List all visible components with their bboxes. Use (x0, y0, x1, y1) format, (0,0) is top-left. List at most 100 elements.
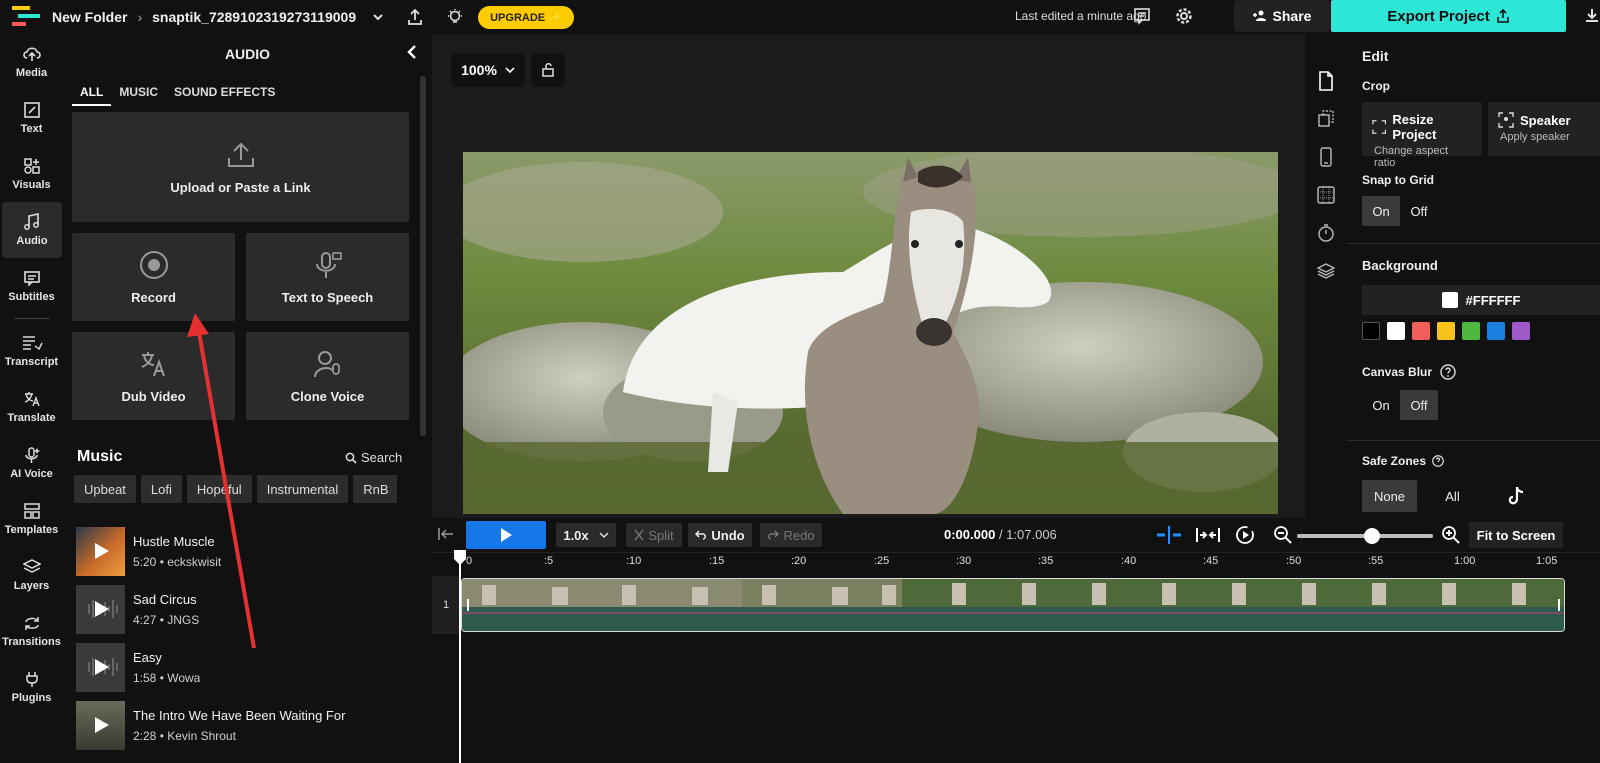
chip-upbeat[interactable]: Upbeat (74, 475, 136, 503)
edit-text-icon (23, 102, 40, 118)
collapse-panel-button[interactable] (405, 44, 419, 63)
redo-icon (768, 530, 780, 540)
list-item[interactable]: Easy 1:58 • Wowa (76, 642, 200, 692)
nav-label: Plugins (11, 692, 52, 704)
grid-icon[interactable] (1305, 176, 1347, 214)
text-to-speech-card[interactable]: Text to Speech (246, 233, 409, 321)
nav-subtitles[interactable]: Subtitles (0, 258, 63, 314)
nav-visuals[interactable]: Visuals (0, 146, 63, 202)
duplicate-icon[interactable] (1305, 100, 1347, 138)
split-button[interactable]: Split (626, 523, 682, 547)
speed-dropdown[interactable]: 1.0x (556, 523, 616, 547)
app-logo[interactable] (8, 0, 44, 34)
time-ruler[interactable]: 0 :5 :10 :15 :20 :25 :30 :35 :40 :45 :50… (432, 552, 1600, 576)
project-name[interactable]: snaptik_7289102319273119009 (152, 9, 356, 25)
snap-on-button[interactable]: On (1362, 196, 1400, 226)
nav-audio[interactable]: Audio (2, 202, 62, 258)
tab-all[interactable]: ALL (72, 85, 112, 106)
nav-templates[interactable]: Templates (0, 491, 63, 547)
tab-sound-effects[interactable]: SOUND EFFECTS (166, 85, 283, 106)
nav-label: Text (20, 123, 43, 135)
swatch-yellow[interactable] (1437, 322, 1455, 340)
speaker-button[interactable]: Speaker Apply speaker (1488, 102, 1600, 156)
ruler-label: :15 (709, 555, 725, 567)
comments-icon[interactable] (1133, 7, 1151, 25)
help-icon[interactable] (1440, 364, 1456, 380)
swatch-red[interactable] (1412, 322, 1430, 340)
swatch-green[interactable] (1462, 322, 1480, 340)
nav-plugins[interactable]: Plugins (0, 659, 63, 715)
scissors-icon (634, 529, 644, 541)
zoom-out-icon[interactable] (1273, 525, 1293, 545)
total-time: / 1:07.006 (998, 527, 1057, 542)
dub-video-card[interactable]: Dub Video (72, 332, 235, 420)
layers-icon[interactable] (1305, 252, 1347, 290)
swatch-black[interactable] (1362, 322, 1380, 340)
templates-icon (23, 503, 40, 519)
redo-button[interactable]: Redo (760, 523, 822, 547)
zoom-dropdown[interactable]: 100% (451, 53, 525, 87)
tab-music[interactable]: MUSIC (111, 85, 166, 106)
ruler-label: :25 (874, 555, 890, 567)
blur-off-button[interactable]: Off (1400, 390, 1438, 420)
split-at-playhead-icon[interactable] (1156, 526, 1182, 544)
chip-hopeful[interactable]: Hopeful (186, 475, 252, 503)
swatch-blue[interactable] (1487, 322, 1505, 340)
lock-button[interactable] (531, 53, 565, 87)
resize-project-button[interactable]: Resize Project Change aspect ratio (1362, 102, 1482, 169)
video-preview[interactable] (463, 152, 1278, 514)
nav-media[interactable]: Media (0, 34, 63, 90)
snap-off-button[interactable]: Off (1400, 196, 1438, 226)
undo-button[interactable]: Undo (688, 523, 752, 547)
zoom-slider-handle[interactable] (1364, 528, 1380, 544)
fit-trim-icon[interactable] (1195, 527, 1221, 543)
play-button[interactable] (466, 521, 546, 549)
upload-card[interactable]: Upload or Paste a Link (72, 112, 409, 222)
panel-scrollbar[interactable] (420, 76, 426, 436)
nav-translate[interactable]: Translate (0, 379, 63, 435)
fit-to-screen-button[interactable]: Fit to Screen (1469, 522, 1563, 548)
blur-on-button[interactable]: On (1362, 390, 1400, 420)
safe-none-button[interactable]: None (1362, 480, 1417, 512)
help-icon[interactable] (1432, 455, 1444, 467)
collapse-timeline-icon[interactable] (438, 527, 454, 541)
nav-transitions[interactable]: Transitions (0, 603, 63, 659)
swatch-white[interactable] (1387, 322, 1405, 340)
lightbulb-icon[interactable] (446, 8, 464, 26)
chip-instrumental[interactable]: Instrumental (256, 475, 349, 503)
settings-gear-icon[interactable] (1175, 7, 1193, 25)
swatch-purple[interactable] (1512, 322, 1530, 340)
nav-transcript[interactable]: Transcript (0, 323, 63, 379)
nav-ai-voice[interactable]: AI Voice (0, 435, 63, 491)
page-icon[interactable] (1305, 62, 1347, 100)
video-clip[interactable] (461, 578, 1565, 632)
music-search-button[interactable]: Search (345, 450, 402, 465)
share-button[interactable]: Share (1234, 0, 1330, 32)
background-color-input[interactable]: #FFFFFF (1362, 285, 1600, 315)
chip-lofi[interactable]: Lofi (140, 475, 182, 503)
zoom-in-icon[interactable] (1441, 525, 1461, 545)
download-icon[interactable] (1584, 7, 1600, 25)
clone-voice-card[interactable]: Clone Voice (246, 332, 409, 420)
safe-all-button[interactable]: All (1425, 480, 1480, 512)
share-upload-icon[interactable] (406, 8, 424, 26)
list-item[interactable]: The Intro We Have Been Waiting For 2:28 … (76, 700, 345, 750)
timer-icon[interactable] (1305, 214, 1347, 252)
list-item[interactable]: Hustle Muscle 5:20 • eckskwisit (76, 526, 221, 576)
list-item[interactable]: Sad Circus 4:27 • JNGS (76, 584, 199, 634)
record-card[interactable]: Record (72, 233, 235, 321)
chevron-down-icon[interactable] (372, 11, 384, 23)
tiktok-zone-button[interactable] (1488, 480, 1543, 512)
upgrade-button[interactable]: UPGRADE ✨ (478, 5, 574, 29)
nav-label: Transitions (2, 636, 61, 648)
breadcrumb-folder[interactable]: New Folder (52, 9, 127, 25)
nav-layers[interactable]: Layers (0, 547, 63, 603)
nav-text[interactable]: Text (0, 90, 63, 146)
playback-loop-icon[interactable] (1235, 525, 1255, 545)
safe-zones-text: Safe Zones (1362, 454, 1427, 468)
chip-rnb[interactable]: RnB (353, 475, 397, 503)
speaker-sub: Apply speaker (1500, 131, 1570, 143)
playhead[interactable] (454, 550, 466, 763)
export-project-button[interactable]: Export Project (1331, 0, 1566, 32)
mobile-icon[interactable] (1305, 138, 1347, 176)
